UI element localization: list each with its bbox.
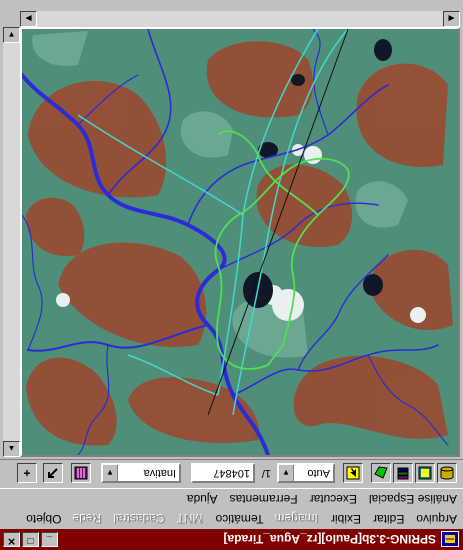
menu-tematico[interactable]: Temático — [210, 512, 270, 526]
menubar-row1: Arquivo Editar Exibir Imagem Temático MN… — [0, 509, 463, 529]
chevron-down-icon[interactable]: ▼ — [103, 465, 118, 481]
app-icon[interactable] — [441, 531, 459, 548]
menu-analise-espacial[interactable]: Análise Espacial — [363, 492, 463, 506]
scale-prefix: 1/ — [261, 467, 271, 479]
layers-icon[interactable] — [393, 463, 413, 483]
window-title: SPRING-3.3b[Paulo][rz_Agua_Tirada] — [223, 532, 436, 547]
display-mode-select[interactable]: Inativa ▼ — [101, 463, 181, 483]
palette-icon[interactable] — [71, 463, 91, 483]
menu-arquivo[interactable]: Arquivo — [410, 512, 463, 526]
zoom-mode-value: Auto — [307, 467, 330, 479]
horizontal-scrollbar[interactable]: ◀ ▶ — [20, 11, 460, 27]
zoom-mode-select[interactable]: Auto ▼ — [277, 463, 335, 483]
view-icon[interactable] — [415, 463, 435, 483]
menu-editar[interactable]: Editar — [367, 512, 410, 526]
scale-field[interactable]: 104847 — [191, 463, 255, 483]
scroll-down-icon[interactable]: ▼ — [3, 27, 20, 43]
plus-icon[interactable]: + — [17, 463, 37, 483]
scrollbar-corner — [3, 11, 20, 27]
menu-imagem[interactable]: Imagem — [270, 512, 325, 526]
menu-objeto[interactable]: Objeto — [20, 512, 67, 526]
maximize-button[interactable]: □ — [22, 532, 39, 547]
menu-ajuda[interactable]: Ajuda — [181, 492, 224, 506]
menu-exibir[interactable]: Exibir — [325, 512, 367, 526]
vertical-scrollbar[interactable]: ▲ ▼ — [3, 27, 20, 457]
database-stack-icon[interactable] — [437, 463, 457, 483]
satellite-image-canvas[interactable] — [20, 27, 460, 457]
arrow-pan-icon[interactable] — [43, 463, 63, 483]
cursor-select-icon[interactable] — [343, 463, 363, 483]
satellite-map-svg — [20, 28, 458, 457]
menu-ferramentas[interactable]: Ferramentas — [224, 492, 304, 506]
scroll-left-icon[interactable]: ◀ — [443, 11, 460, 27]
close-button[interactable]: ✕ — [3, 532, 20, 547]
display-mode-value: Inativa — [143, 467, 176, 479]
scroll-up-icon[interactable]: ▲ — [3, 441, 20, 457]
chevron-down-icon[interactable]: ▼ — [279, 465, 294, 481]
title-bar[interactable]: SPRING-3.3b[Paulo][rz_Agua_Tirada] _ □ ✕ — [0, 529, 463, 550]
scroll-right-icon[interactable]: ▶ — [20, 11, 37, 27]
draw-icon[interactable] — [371, 463, 391, 483]
menu-mnt[interactable]: MNT — [172, 512, 210, 526]
spring-window: SPRING-3.3b[Paulo][rz_Agua_Tirada] _ □ ✕… — [0, 0, 463, 550]
menu-executar[interactable]: Executar — [304, 492, 363, 506]
menu-cadastral[interactable]: Cadastral — [108, 512, 171, 526]
menu-rede[interactable]: Rede — [68, 512, 109, 526]
menubar-row2: Análise Espacial Executar Ferramentas Aj… — [0, 489, 463, 509]
minimize-button[interactable]: _ — [41, 532, 58, 547]
toolbar: Auto ▼ 1/ 104847 Inativa ▼ + — [0, 459, 463, 489]
